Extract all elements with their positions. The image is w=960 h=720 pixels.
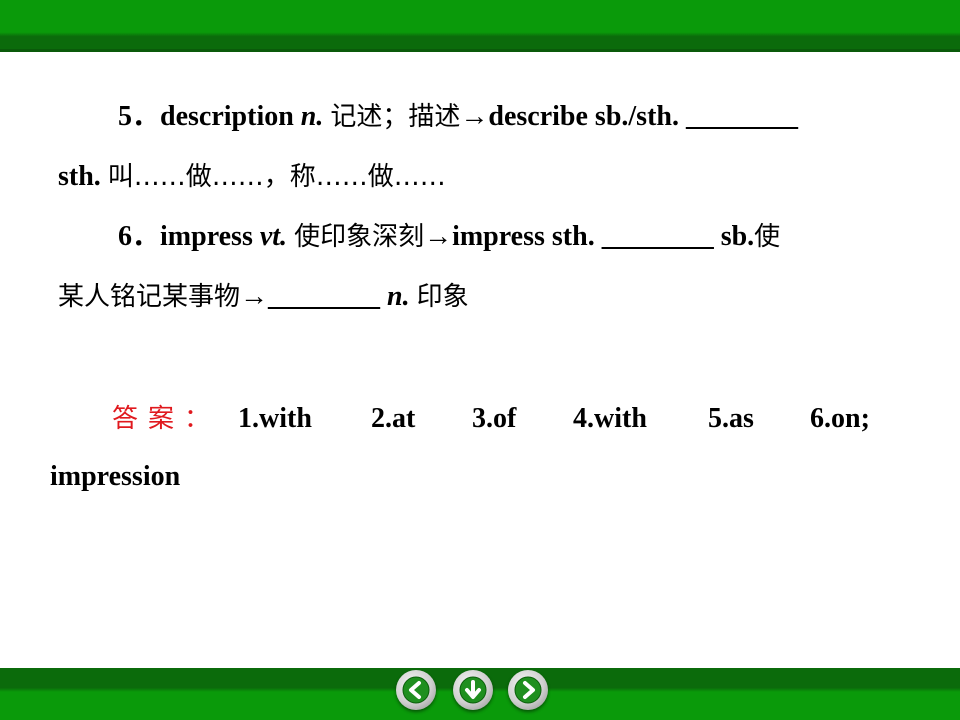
item-6-line: 6．impress vt. 使印象深刻→impress sth. _______… <box>118 220 780 254</box>
part-of-speech: n. <box>387 281 410 312</box>
headword: impress <box>160 221 253 252</box>
item-5-line-cont: sth. 叫……做……，称……做…… <box>58 160 446 194</box>
next-slide-button[interactable] <box>508 670 548 710</box>
phrase: describe sb./sth. <box>488 101 679 132</box>
fill-blank: ________ <box>268 281 381 312</box>
chinese-meaning: 叫……做……，称……做…… <box>107 162 446 192</box>
arrow: → <box>424 221 453 252</box>
arrow-right-icon <box>514 676 542 704</box>
answer-item-2: 2.at <box>371 403 416 434</box>
chinese-meaning: 记述；描述 <box>330 102 461 132</box>
part-of-speech: vt. <box>259 221 288 252</box>
arrow: → <box>240 281 269 312</box>
prev-slide-button[interactable] <box>396 670 436 710</box>
answer-item-5: 5.as <box>708 403 754 434</box>
top-banner-edge <box>0 49 960 52</box>
arrow: → <box>460 101 489 132</box>
headword: description <box>160 101 294 132</box>
top-banner <box>0 0 960 52</box>
phrase-tail: sb. <box>720 221 755 252</box>
answer-label: 答案： <box>112 404 221 434</box>
item-5-line: 5．description n. 记述；描述→describe sb./sth.… <box>118 100 798 134</box>
chinese-meaning: 某人铭记某事物 <box>58 282 241 312</box>
answer-item-4: 4.with <box>573 403 647 434</box>
answer-item-6: 6.on; <box>810 403 870 434</box>
fill-blank: ________ <box>685 101 798 132</box>
answer-item-3: 3.of <box>472 403 517 434</box>
phrase: impress sth. <box>452 221 595 252</box>
home-slide-button[interactable] <box>453 670 493 710</box>
arrow-left-icon <box>402 676 430 704</box>
answer-line: 答案： <box>112 402 220 436</box>
answer-item-1: 1.with <box>238 403 312 434</box>
chinese-meaning: 印象 <box>416 282 469 312</box>
item-number: 5． <box>118 101 161 132</box>
fill-blank: ________ <box>601 221 714 252</box>
item-6-line-cont: 某人铭记某事物→________ n. 印象 <box>58 280 469 314</box>
arrow-down-icon <box>459 676 487 704</box>
answer-continued: impression <box>50 461 181 492</box>
chinese-meaning: 使印象深刻 <box>294 222 425 252</box>
chinese-meaning-start: 使 <box>754 222 781 252</box>
part-of-speech: n. <box>300 101 324 132</box>
item-number: 6． <box>118 221 161 252</box>
phrase-end: sth. <box>58 161 101 192</box>
